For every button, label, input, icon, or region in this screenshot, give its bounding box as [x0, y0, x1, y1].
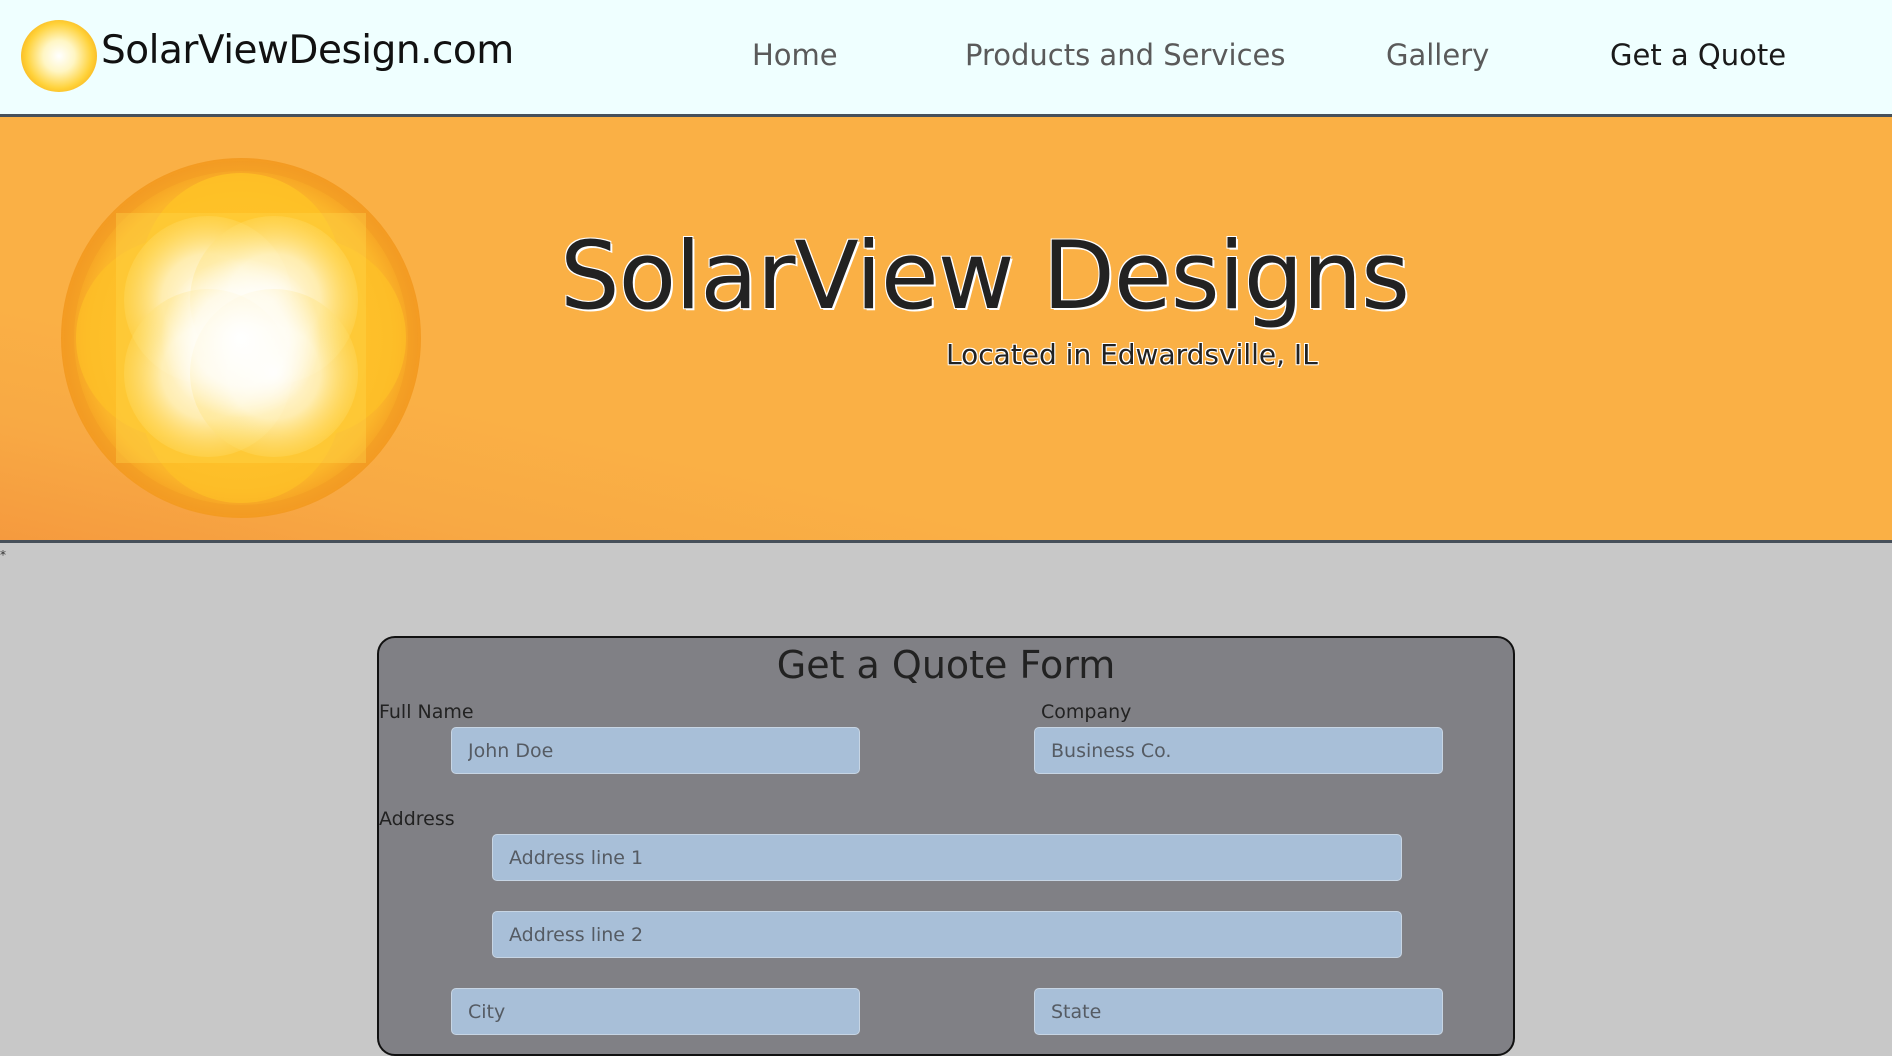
state-input[interactable]	[1034, 988, 1443, 1035]
full-name-input[interactable]	[451, 727, 860, 774]
sun-logo-icon[interactable]	[21, 20, 97, 92]
nav-products-and-services[interactable]: Products and Services	[965, 38, 1286, 72]
form-title: Get a Quote Form	[776, 643, 1116, 687]
company-label: Company	[1041, 701, 1132, 723]
city-input[interactable]	[451, 988, 860, 1035]
hero-title: SolarView Designs	[560, 222, 1410, 331]
quote-form-card: Get a Quote Form Full Name Company Addre…	[377, 636, 1515, 1056]
address-label: Address	[379, 808, 455, 830]
address-line-2-input[interactable]	[492, 911, 1402, 958]
company-input[interactable]	[1034, 727, 1443, 774]
sun-emblem-icon	[61, 158, 421, 518]
nav-get-a-quote[interactable]: Get a Quote	[1610, 38, 1786, 72]
navbar: SolarViewDesign.com Home Products and Se…	[0, 0, 1892, 117]
hero-subtitle: Located in Edwardsville, IL	[946, 338, 1318, 371]
address-line-1-input[interactable]	[492, 834, 1402, 881]
full-name-label: Full Name	[379, 701, 474, 723]
hero-banner: SolarView Designs Located in Edwardsvill…	[0, 117, 1892, 543]
nav-gallery[interactable]: Gallery	[1386, 38, 1489, 72]
brand-name[interactable]: SolarViewDesign.com	[101, 28, 514, 73]
stray-text: *	[0, 548, 6, 562]
nav-home[interactable]: Home	[752, 38, 838, 72]
